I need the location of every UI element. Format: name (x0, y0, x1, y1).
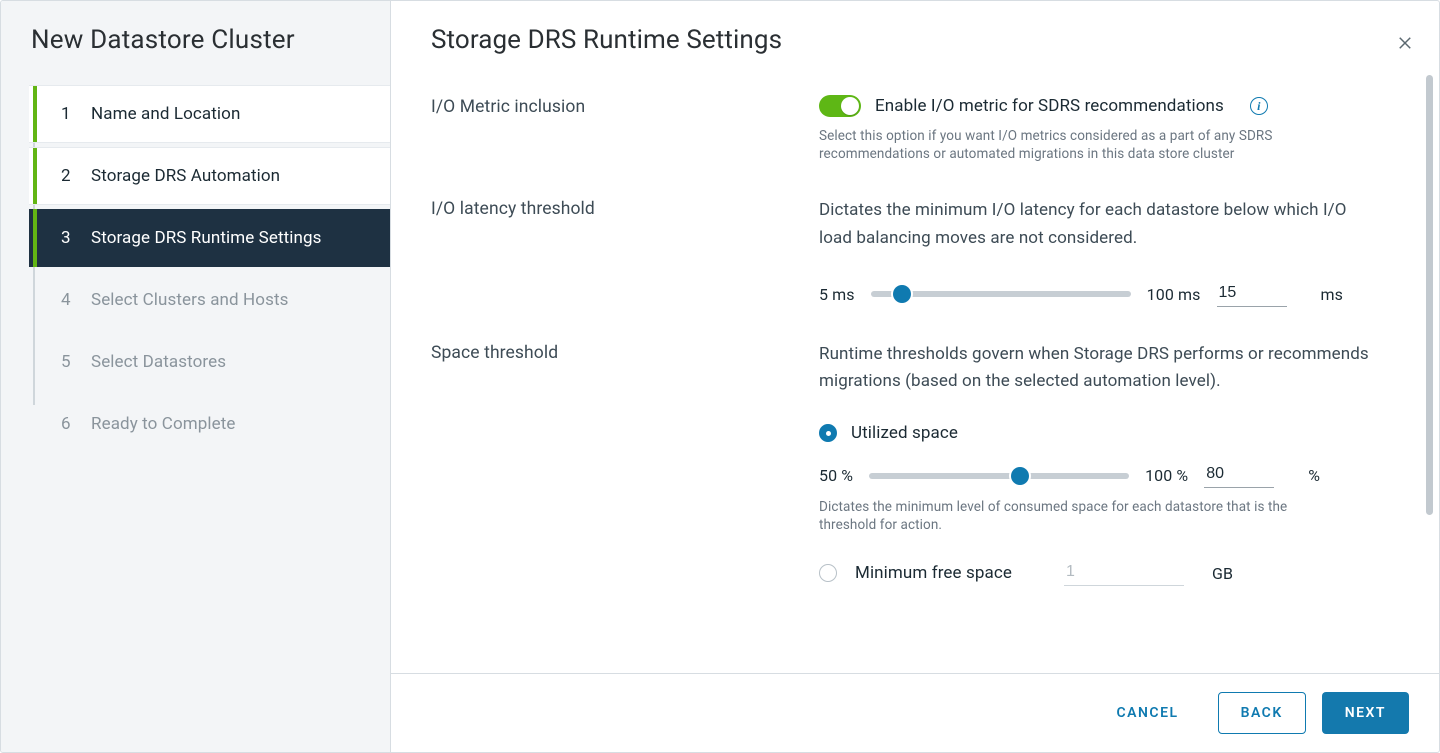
minimum-free-space-radio-label: Minimum free space (855, 563, 1012, 583)
io-latency-max-label: 100 ms (1147, 285, 1201, 304)
step-storage-drs-automation[interactable]: 2 Storage DRS Automation (29, 147, 390, 205)
step-label: Select Datastores (91, 352, 226, 372)
step-label: Ready to Complete (91, 414, 236, 434)
step-label: Select Clusters and Hosts (91, 290, 288, 310)
utilized-space-min-label: 50 % (819, 466, 853, 485)
step-ready-to-complete: 6 Ready to Complete (29, 395, 390, 453)
step-name-and-location[interactable]: 1 Name and Location (29, 85, 390, 143)
step-label: Storage DRS Automation (91, 166, 280, 186)
utilized-space-help-text: Dictates the minimum level of consumed s… (819, 488, 1339, 534)
wizard-main: Storage DRS Runtime Settings I/O Metric … (391, 1, 1439, 752)
step-number: 2 (61, 166, 77, 186)
field-label: I/O Metric inclusion (431, 95, 819, 117)
step-label: Storage DRS Runtime Settings (91, 228, 322, 248)
step-number: 1 (61, 104, 77, 124)
close-button[interactable] (1391, 29, 1419, 57)
field-label: Space threshold (431, 341, 819, 363)
minimum-free-space-radio[interactable] (819, 564, 837, 582)
scrollbar[interactable] (1426, 75, 1433, 515)
io-latency-unit: ms (1303, 285, 1344, 304)
close-icon (1396, 34, 1414, 52)
minimum-free-space-input[interactable] (1064, 561, 1184, 586)
utilized-space-slider[interactable] (869, 473, 1129, 479)
step-storage-drs-runtime-settings[interactable]: 3 Storage DRS Runtime Settings (29, 209, 390, 267)
utilized-space-value-input[interactable] (1204, 463, 1274, 488)
wizard-footer: CANCEL BACK NEXT (391, 673, 1439, 752)
utilized-space-max-label: 100 % (1145, 466, 1188, 485)
io-metric-help-text: Select this option if you want I/O metri… (819, 117, 1339, 163)
utilized-space-slider-knob[interactable] (1011, 467, 1029, 485)
utilized-space-unit: % (1290, 466, 1320, 485)
space-threshold-description: Runtime thresholds govern when Storage D… (819, 341, 1379, 395)
row-space-threshold: Space threshold Runtime thresholds gover… (431, 341, 1397, 596)
io-latency-min-label: 5 ms (819, 285, 855, 304)
io-latency-value-input[interactable] (1217, 282, 1287, 307)
step-number: 3 (61, 228, 77, 248)
wizard-steps: 1 Name and Location 2 Storage DRS Automa… (1, 85, 390, 453)
field-label: I/O latency threshold (431, 197, 819, 219)
step-label: Name and Location (91, 104, 240, 124)
row-io-metric-inclusion: I/O Metric inclusion Enable I/O metric f… (431, 95, 1397, 197)
next-button[interactable]: NEXT (1322, 692, 1409, 734)
step-number: 5 (61, 352, 77, 372)
back-button[interactable]: BACK (1218, 692, 1306, 734)
io-metric-toggle-label: Enable I/O metric for SDRS recommendatio… (875, 96, 1224, 116)
step-number: 6 (61, 414, 77, 434)
minimum-free-space-unit: GB (1202, 564, 1233, 583)
io-latency-slider-knob[interactable] (893, 285, 911, 303)
row-io-latency-threshold: I/O latency threshold Dictates the minim… (431, 197, 1397, 340)
wizard-dialog: New Datastore Cluster 1 Name and Locatio… (0, 0, 1440, 753)
io-latency-slider[interactable] (871, 291, 1131, 297)
info-icon[interactable]: i (1250, 97, 1268, 115)
step-select-clusters-and-hosts: 4 Select Clusters and Hosts (29, 271, 390, 329)
page-title: Storage DRS Runtime Settings (431, 21, 1397, 95)
io-metric-toggle[interactable] (819, 95, 861, 117)
wizard-sidebar: New Datastore Cluster 1 Name and Locatio… (1, 1, 391, 752)
wizard-title: New Datastore Cluster (1, 21, 390, 85)
utilized-space-radio[interactable] (819, 424, 837, 442)
cancel-button[interactable]: CANCEL (1094, 692, 1202, 734)
io-latency-description: Dictates the minimum I/O latency for eac… (819, 197, 1379, 251)
step-select-datastores: 5 Select Datastores (29, 333, 390, 391)
step-number: 4 (61, 290, 77, 310)
utilized-space-radio-label: Utilized space (851, 423, 958, 443)
